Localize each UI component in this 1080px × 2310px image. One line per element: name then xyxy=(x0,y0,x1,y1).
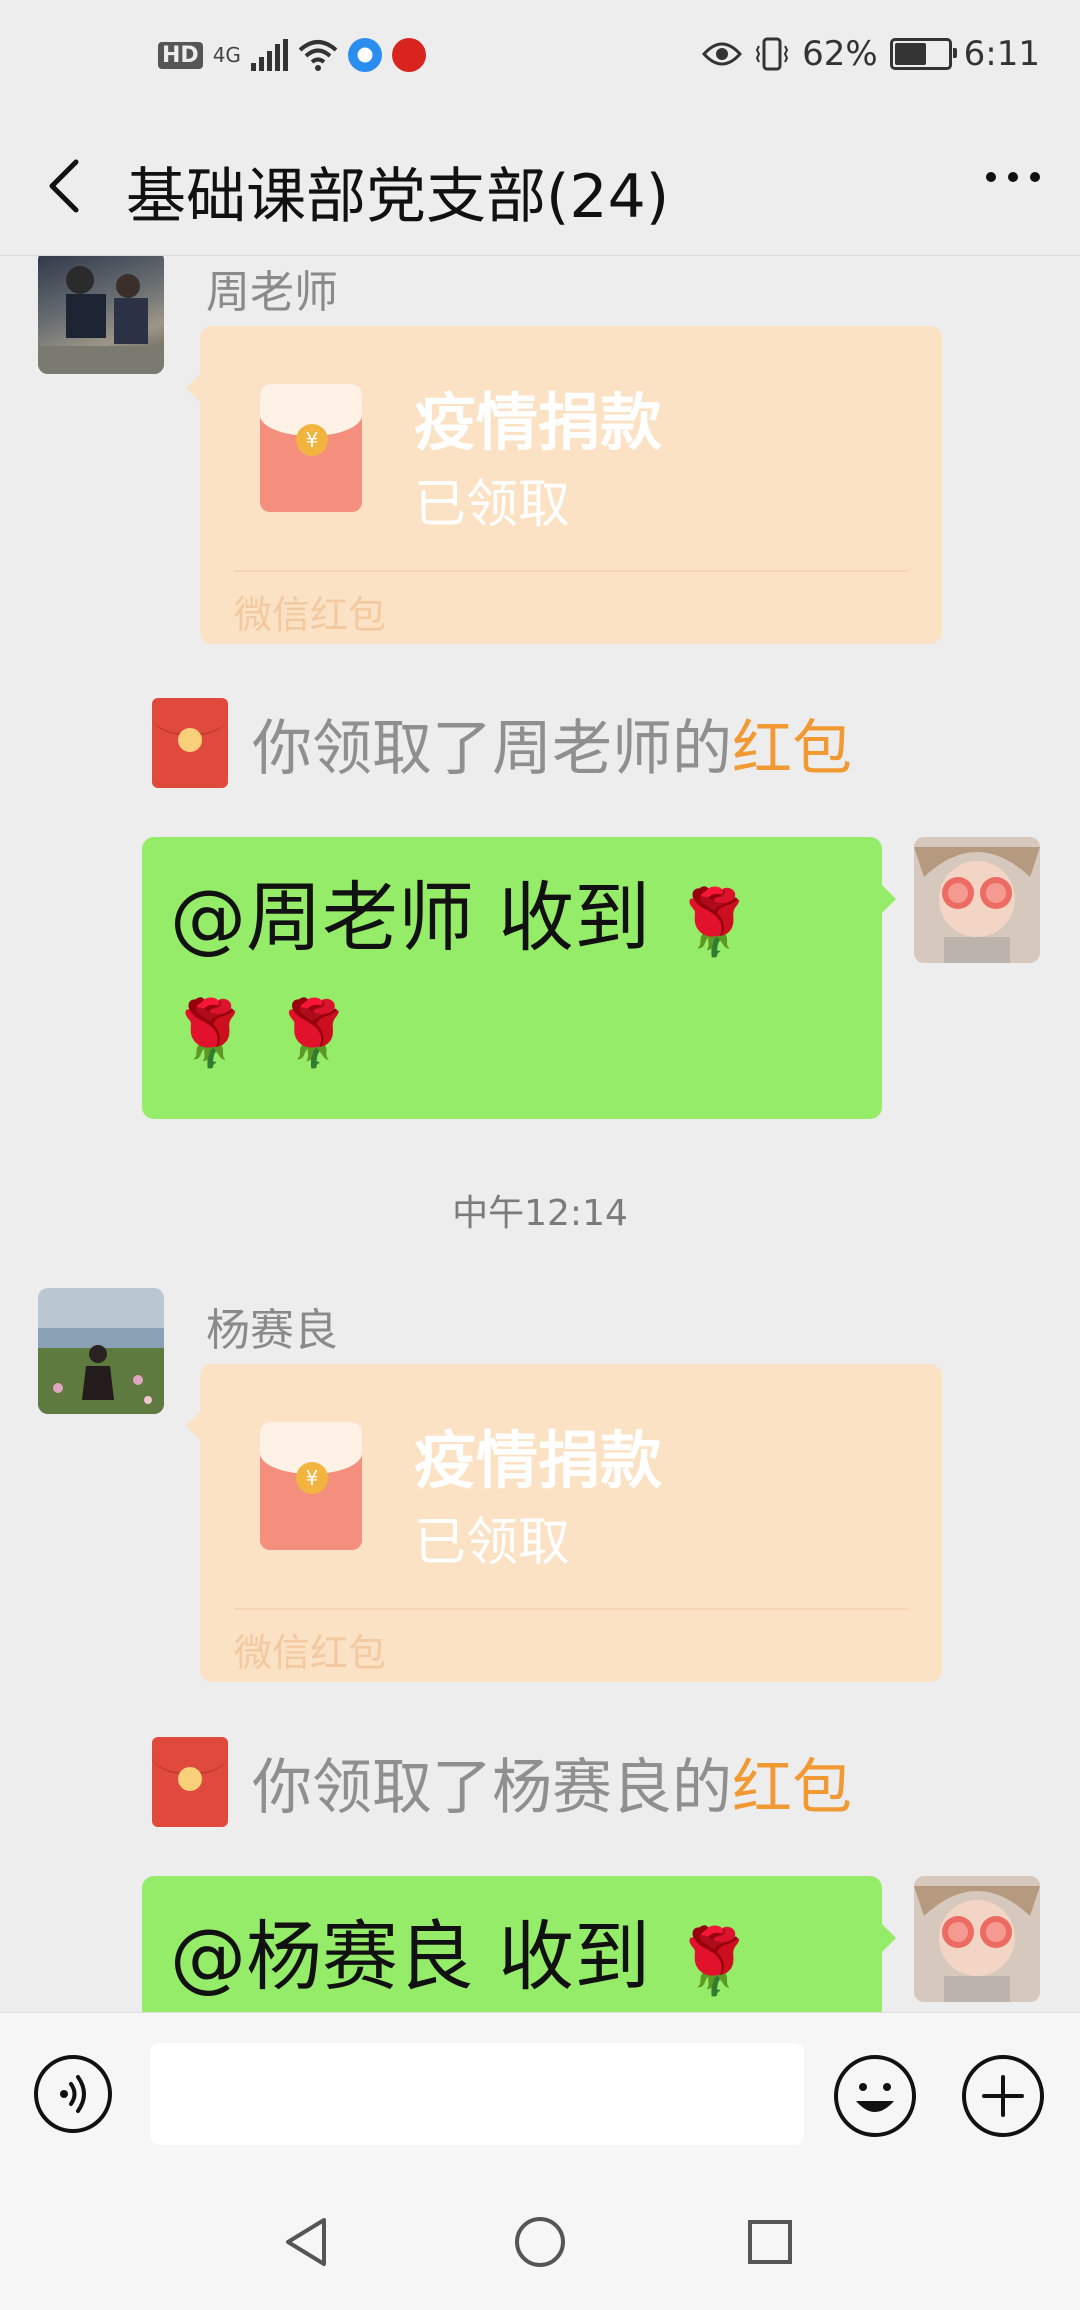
my-avatar[interactable] xyxy=(914,1876,1040,2002)
message-input[interactable] xyxy=(150,2043,804,2145)
message-list[interactable]: 周老师 ¥ 疫情捐款 已领取 微信红包 你领取了周老师的 红包 @周老师 收到 🌹… xyxy=(0,256,1080,2012)
timestamp: 中午12:14 xyxy=(452,1193,628,1234)
rose-emoji: 🌹 xyxy=(674,1925,755,1999)
red-envelope-icon xyxy=(152,1737,228,1827)
red-packet-card[interactable]: ¥ 疫情捐款 已领取 微信红包 xyxy=(186,326,942,644)
status-bar: HD 4G 62% 6:11 xyxy=(0,0,1080,120)
rose-emoji: 🌹 xyxy=(170,997,250,1071)
notice-text: 你领取了杨赛良的 xyxy=(252,1752,732,1823)
my-avatar[interactable] xyxy=(914,837,1040,963)
status-right: 62% 6:11 xyxy=(702,34,1040,74)
red-packet-link[interactable]: 红包 xyxy=(732,700,852,787)
more-dots-icon[interactable] xyxy=(986,172,1040,182)
sender-name: 周老师 xyxy=(206,267,338,318)
notice-text: 你领取了周老师的 xyxy=(252,713,732,784)
red-packet-card[interactable]: ¥ 疫情捐款 已领取 微信红包 xyxy=(186,1364,942,1682)
red-packet-footer: 微信红包 xyxy=(234,593,387,637)
red-packet-title: 疫情捐款 xyxy=(414,386,663,459)
divider xyxy=(234,570,908,572)
red-packet-link[interactable]: 红包 xyxy=(732,1739,852,1826)
message-text: @杨赛良 收到 xyxy=(170,1912,651,2001)
hd-badge: HD xyxy=(158,41,203,69)
red-packet-title: 疫情捐款 xyxy=(414,1424,663,1497)
chat-title: 基础课部党支部(24) xyxy=(126,162,670,232)
red-packet-status: 已领取 xyxy=(414,1513,571,1573)
input-bar xyxy=(0,2012,1080,2173)
app-notification-icon xyxy=(347,38,382,72)
avatar-sender-2[interactable] xyxy=(38,1288,164,1414)
eye-icon xyxy=(702,42,743,66)
battery-percent: 62% xyxy=(802,34,878,74)
rose-emoji: 🌹 xyxy=(273,997,354,1071)
red-packet-received-notice: 你领取了杨赛良的 红包 xyxy=(152,1737,852,1827)
chevron-left-icon[interactable] xyxy=(38,150,98,220)
my-message-bubble[interactable]: @杨赛良 收到 🌹 xyxy=(142,1876,896,2012)
nav-recents-icon[interactable] xyxy=(730,2202,810,2282)
chat-header: 基础课部党支部(24) xyxy=(0,120,1080,256)
emoji-icon[interactable] xyxy=(834,2055,916,2137)
message-text: @周老师 收到 xyxy=(170,873,651,962)
rose-emoji: 🌹 xyxy=(674,886,755,960)
voice-icon[interactable] xyxy=(34,2055,112,2133)
plus-icon[interactable] xyxy=(962,2055,1044,2137)
vibrate-icon xyxy=(755,37,789,71)
wifi-icon xyxy=(298,40,338,71)
network-type: 4G xyxy=(212,43,241,67)
my-message-bubble[interactable]: @周老师 收到 🌹 🌹 🌹 xyxy=(142,837,896,1119)
red-envelope-icon: ¥ xyxy=(260,1422,362,1550)
signal-icon xyxy=(250,39,288,71)
nav-back-icon[interactable] xyxy=(268,2202,348,2282)
red-packet-status: 已领取 xyxy=(414,475,571,535)
app-notification-icon-red xyxy=(391,38,426,72)
divider xyxy=(234,1608,908,1610)
sender-name: 杨赛良 xyxy=(206,1305,338,1356)
red-envelope-icon xyxy=(152,698,228,788)
clock: 6:11 xyxy=(963,34,1040,74)
system-nav-bar xyxy=(0,2172,1080,2310)
status-left: HD 4G xyxy=(158,38,426,72)
red-packet-footer: 微信红包 xyxy=(234,1631,387,1675)
red-packet-received-notice: 你领取了周老师的 红包 xyxy=(152,698,852,788)
red-envelope-icon: ¥ xyxy=(260,384,362,512)
nav-home-icon[interactable] xyxy=(500,2202,580,2282)
battery-icon xyxy=(889,38,957,70)
avatar-sender-1[interactable] xyxy=(38,256,164,374)
